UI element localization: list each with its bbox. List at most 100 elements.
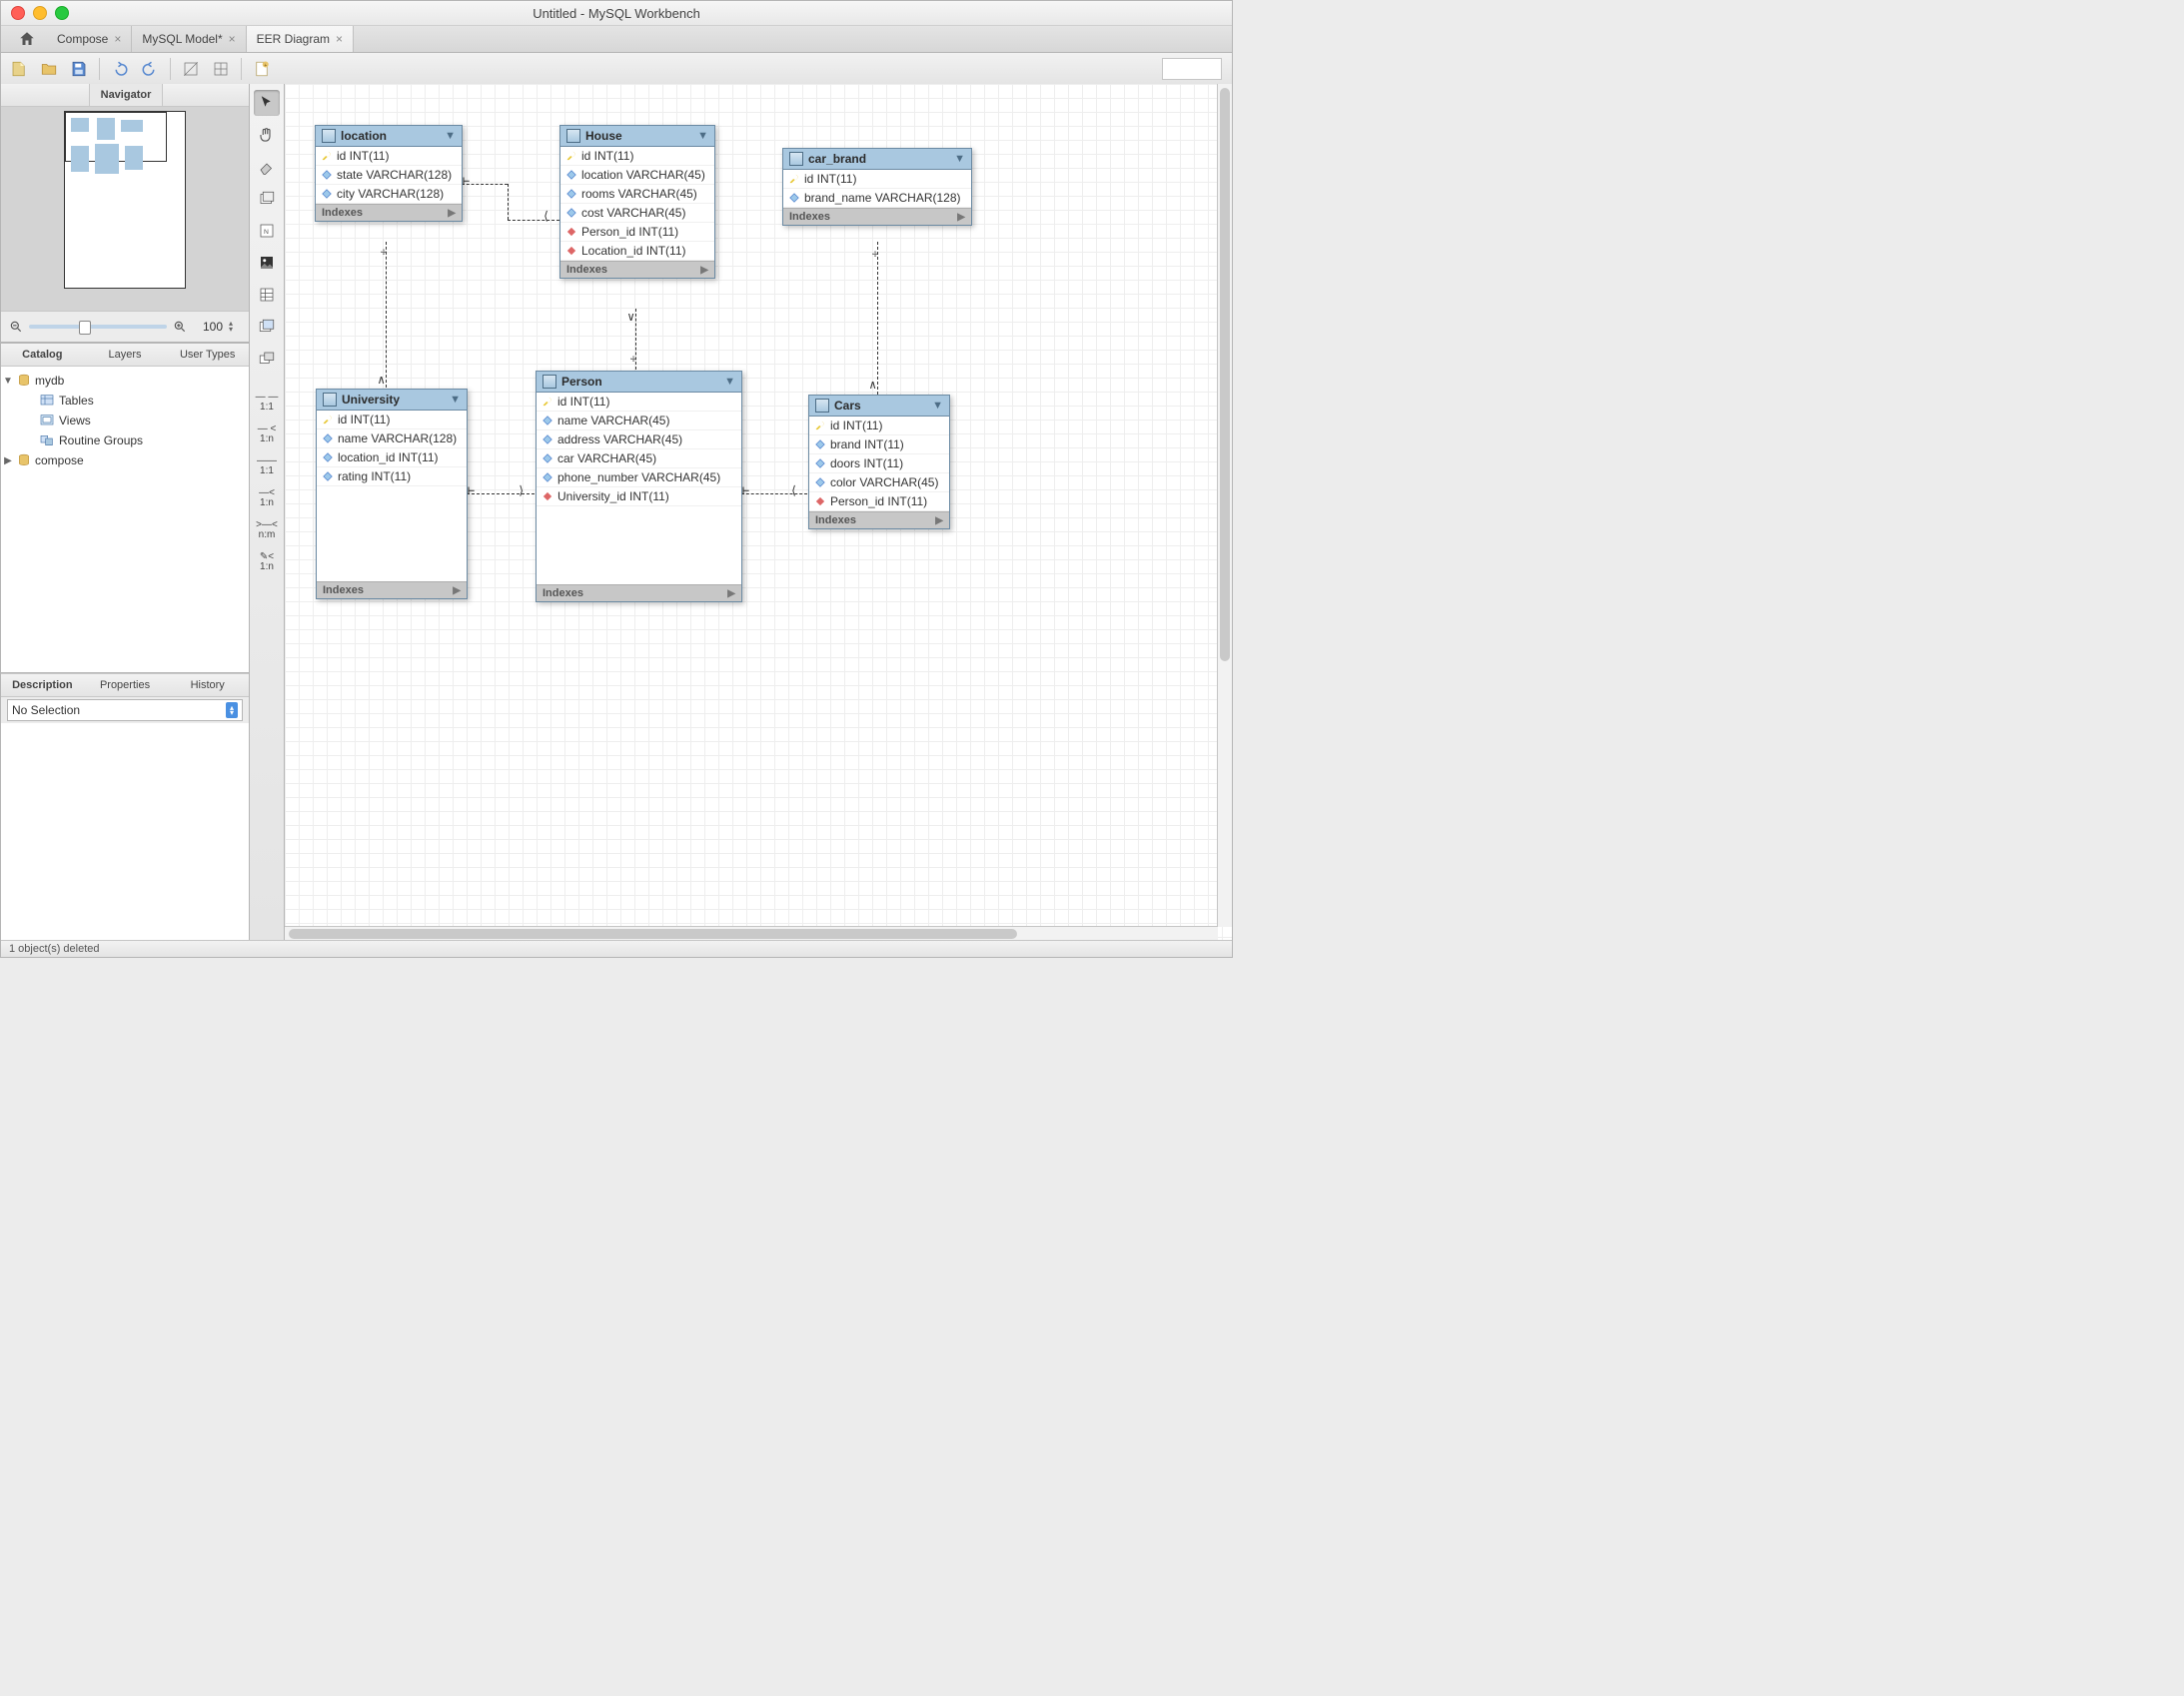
column-row[interactable]: brand_name VARCHAR(128)	[783, 189, 971, 208]
column-row[interactable]: rating INT(11)	[317, 467, 467, 486]
indexes-row[interactable]: Indexes▶	[783, 208, 971, 225]
column-row[interactable]: location_id INT(11)	[317, 448, 467, 467]
column-row[interactable]: id INT(11)	[809, 417, 949, 435]
table-tool[interactable]	[254, 282, 280, 308]
column-row[interactable]: id INT(11)	[316, 147, 462, 166]
column-row[interactable]: brand INT(11)	[809, 435, 949, 454]
rel-1-n-i-tool[interactable]: —<1:n	[254, 485, 280, 511]
tab-compose[interactable]: Compose ×	[47, 26, 132, 52]
column-row[interactable]: rooms VARCHAR(45)	[560, 185, 714, 204]
new-document-button[interactable]: +	[250, 57, 274, 81]
catalog-tab[interactable]: Catalog	[1, 344, 84, 366]
entity-person[interactable]: Person ▼ id INT(11)name VARCHAR(45)addre…	[536, 371, 742, 602]
column-row[interactable]: state VARCHAR(128)	[316, 166, 462, 185]
close-icon[interactable]: ×	[336, 32, 343, 46]
hand-tool[interactable]	[254, 122, 280, 148]
column-row[interactable]: Location_id INT(11)	[560, 242, 714, 261]
column-row[interactable]: id INT(11)	[783, 170, 971, 189]
column-row[interactable]: id INT(11)	[560, 147, 714, 166]
tab-eer-diagram[interactable]: EER Diagram ×	[247, 26, 354, 52]
zoom-in-icon[interactable]	[173, 320, 187, 334]
zoom-slider[interactable]	[29, 325, 167, 329]
vertical-scrollbar[interactable]	[1217, 84, 1232, 927]
routine-tool[interactable]	[254, 346, 280, 372]
new-file-button[interactable]	[7, 57, 31, 81]
column-row[interactable]: University_id INT(11)	[537, 487, 741, 506]
layers-tab[interactable]: Layers	[84, 344, 167, 366]
entity-header[interactable]: House ▼	[560, 126, 714, 147]
rel-1-n-ni-tool[interactable]: — <1:n	[254, 422, 280, 447]
column-row[interactable]: city VARCHAR(128)	[316, 185, 462, 204]
indexes-row[interactable]: Indexes▶	[537, 584, 741, 601]
entity-header[interactable]: car_brand ▼	[783, 149, 971, 170]
column-row[interactable]: name VARCHAR(128)	[317, 429, 467, 448]
horizontal-scrollbar[interactable]	[285, 926, 1218, 941]
zoom-stepper[interactable]: ▴▾	[229, 319, 241, 335]
properties-tab[interactable]: Properties	[84, 674, 167, 696]
open-file-button[interactable]	[37, 57, 61, 81]
column-row[interactable]: id INT(11)	[317, 411, 467, 429]
catalog-tree[interactable]: ▼ mydb Tables Views Routine Groups ▶ com	[1, 367, 249, 673]
collapse-icon[interactable]: ▼	[697, 130, 708, 142]
redo-button[interactable]	[138, 57, 162, 81]
column-row[interactable]: phone_number VARCHAR(45)	[537, 468, 741, 487]
column-row[interactable]: Person_id INT(11)	[560, 223, 714, 242]
collapse-icon[interactable]: ▼	[450, 394, 461, 406]
history-tab[interactable]: History	[166, 674, 249, 696]
entity-header[interactable]: Person ▼	[537, 372, 741, 393]
column-row[interactable]: color VARCHAR(45)	[809, 473, 949, 492]
tree-routine-groups[interactable]: Routine Groups	[3, 430, 247, 450]
diagram-canvas[interactable]: ⊢ ⟨ ⧾ ∧ ∨ ⧾ ⧾ ∧ ⊢ ⟩ ⊢	[285, 84, 1232, 941]
undo-button[interactable]	[108, 57, 132, 81]
tab-mysql-model[interactable]: MySQL Model* ×	[132, 26, 246, 52]
column-row[interactable]: id INT(11)	[537, 393, 741, 412]
column-row[interactable]: address VARCHAR(45)	[537, 430, 741, 449]
entity-house[interactable]: House ▼ id INT(11)location VARCHAR(45)ro…	[559, 125, 715, 279]
indexes-row[interactable]: Indexes▶	[560, 261, 714, 278]
pointer-tool[interactable]	[254, 90, 280, 116]
indexes-row[interactable]: Indexes▶	[317, 581, 467, 598]
column-row[interactable]: car VARCHAR(45)	[537, 449, 741, 468]
home-tab[interactable]	[7, 26, 47, 52]
note-tool[interactable]: N	[254, 218, 280, 244]
navigator-tab[interactable]: Navigator	[89, 84, 163, 106]
toggle-grid-button[interactable]	[179, 57, 203, 81]
view-tool[interactable]	[254, 314, 280, 340]
close-icon[interactable]: ×	[114, 32, 121, 46]
description-tab[interactable]: Description	[1, 674, 84, 696]
rel-n-m-tool[interactable]: >—<n:m	[254, 517, 280, 543]
eraser-tool[interactable]	[254, 154, 280, 180]
entity-cars[interactable]: Cars ▼ id INT(11)brand INT(11)doors INT(…	[808, 395, 950, 529]
indexes-row[interactable]: Indexes▶	[809, 511, 949, 528]
collapse-icon[interactable]: ▼	[724, 376, 735, 388]
entity-carbrand[interactable]: car_brand ▼ id INT(11)brand_name VARCHAR…	[782, 148, 972, 226]
search-input[interactable]	[1162, 58, 1222, 80]
tree-views[interactable]: Views	[3, 411, 247, 430]
description-pane[interactable]	[1, 723, 249, 941]
rel-1-1-i-tool[interactable]: ——1:1	[254, 453, 280, 479]
layer-tool[interactable]	[254, 186, 280, 212]
snap-grid-button[interactable]	[209, 57, 233, 81]
close-icon[interactable]: ×	[229, 32, 236, 46]
column-row[interactable]: name VARCHAR(45)	[537, 412, 741, 430]
selection-dropdown[interactable]: No Selection ▴▾	[7, 699, 243, 721]
entity-header[interactable]: Cars ▼	[809, 396, 949, 417]
rel-1-1-ni-tool[interactable]: — —1:1	[254, 390, 280, 416]
indexes-row[interactable]: Indexes▶	[316, 204, 462, 221]
tree-db-compose[interactable]: ▶ compose	[3, 450, 247, 470]
minimap[interactable]	[1, 107, 249, 312]
image-tool[interactable]	[254, 250, 280, 276]
column-row[interactable]: location VARCHAR(45)	[560, 166, 714, 185]
collapse-icon[interactable]: ▼	[954, 153, 965, 165]
tree-tables[interactable]: Tables	[3, 391, 247, 411]
column-row[interactable]: cost VARCHAR(45)	[560, 204, 714, 223]
entity-header[interactable]: location ▼	[316, 126, 462, 147]
entity-location[interactable]: location ▼ id INT(11)state VARCHAR(128)c…	[315, 125, 463, 222]
save-button[interactable]	[67, 57, 91, 81]
entity-university[interactable]: University ▼ id INT(11)name VARCHAR(128)…	[316, 389, 468, 599]
collapse-icon[interactable]: ▼	[445, 130, 456, 142]
zoom-out-icon[interactable]	[9, 320, 23, 334]
tree-db-mydb[interactable]: ▼ mydb	[3, 371, 247, 391]
entity-header[interactable]: University ▼	[317, 390, 467, 411]
column-row[interactable]: Person_id INT(11)	[809, 492, 949, 511]
